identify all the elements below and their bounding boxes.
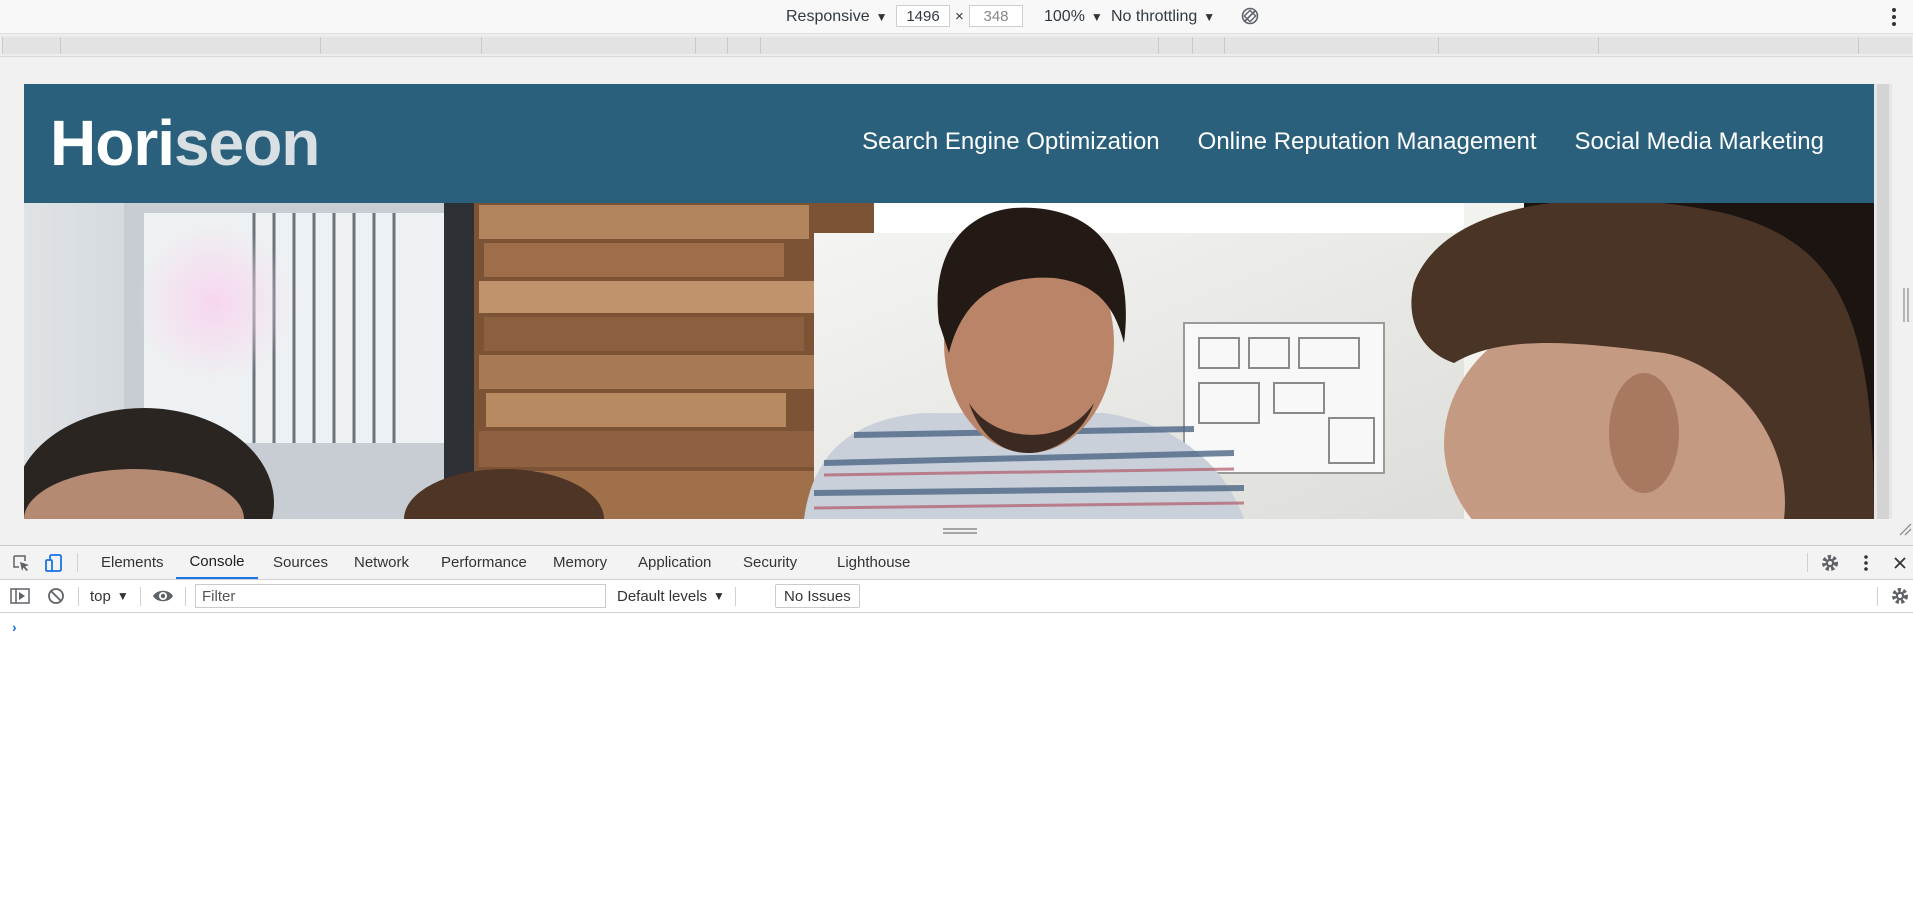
tab-network[interactable]: Network: [354, 546, 409, 579]
tab-sources[interactable]: Sources: [273, 546, 328, 579]
tab-lighthouse[interactable]: Lighthouse: [837, 546, 910, 579]
tab-elements[interactable]: Elements: [101, 546, 164, 579]
caret-down-icon: ▼: [1090, 9, 1103, 24]
more-vertical-icon[interactable]: [1890, 6, 1898, 28]
tab-memory[interactable]: Memory: [553, 546, 607, 579]
caret-down-icon: ▼: [1203, 9, 1216, 24]
console-toolbar: top ▼ Default levels ▼ No Issues: [0, 580, 1913, 613]
caret-down-icon: ▼: [116, 589, 129, 603]
media-query-segment[interactable]: [695, 37, 728, 54]
media-query-segment[interactable]: [481, 37, 696, 54]
dimension-separator: ×: [955, 8, 964, 25]
zoom-dropdown[interactable]: 100% ▼: [1044, 0, 1103, 33]
site-header: Horiseon Search Engine Optimization Onli…: [24, 84, 1874, 203]
rotate-icon[interactable]: [1240, 6, 1260, 26]
viewport-width-input[interactable]: 1496: [896, 5, 950, 27]
viewport-resize-handle-right[interactable]: [1903, 288, 1909, 322]
tab-security[interactable]: Security: [743, 546, 797, 579]
site-nav: Search Engine Optimization Online Reputa…: [862, 128, 1824, 156]
issues-button[interactable]: No Issues: [775, 584, 860, 608]
console-filter-input[interactable]: [195, 584, 606, 608]
media-query-bar[interactable]: [0, 34, 1913, 57]
context-selector[interactable]: top ▼: [90, 580, 129, 612]
settings-gear-icon[interactable]: [1819, 552, 1841, 574]
log-levels-dropdown[interactable]: Default levels ▼: [617, 580, 725, 612]
clear-console-icon[interactable]: [45, 585, 67, 607]
emulated-viewport-area: Horiseon Search Engine Optimization Onli…: [0, 57, 1913, 545]
logo-text-hori: Hori: [50, 107, 175, 179]
media-query-segment[interactable]: [760, 37, 1159, 54]
tab-console[interactable]: Console: [176, 546, 258, 579]
tab-application[interactable]: Application: [638, 546, 711, 579]
media-query-segment[interactable]: [2, 37, 61, 54]
hero-image: [24, 203, 1874, 519]
media-query-segment[interactable]: [1598, 37, 1859, 54]
more-vertical-icon[interactable]: [1855, 552, 1877, 574]
media-query-segment[interactable]: [1438, 37, 1599, 54]
devtools-panel: Elements Console Sources Network Perform…: [0, 545, 1913, 900]
console-prompt[interactable]: ›: [12, 619, 17, 635]
issues-label: No Issues: [784, 587, 851, 605]
show-sidebar-icon[interactable]: [9, 585, 31, 607]
console-settings-gear-icon[interactable]: [1889, 585, 1911, 607]
nav-link-reputation[interactable]: Online Reputation Management: [1198, 128, 1537, 156]
device-toolbar-toggle-icon[interactable]: [43, 552, 65, 574]
throttling-dropdown[interactable]: No throttling ▼: [1111, 0, 1215, 33]
nav-link-social-media[interactable]: Social Media Marketing: [1575, 128, 1824, 156]
log-levels-label: Default levels: [617, 587, 708, 605]
nav-link-seo[interactable]: Search Engine Optimization: [862, 128, 1160, 156]
inspect-element-icon[interactable]: [10, 552, 32, 574]
caret-down-icon: ▼: [713, 589, 725, 603]
device-toolbar: Responsive ▼ 1496 × 348 100% ▼ No thrott…: [0, 0, 1913, 34]
device-mode-label: Responsive: [786, 7, 870, 25]
devtools-tab-bar: Elements Console Sources Network Perform…: [0, 546, 1913, 580]
device-mode-dropdown[interactable]: Responsive ▼: [786, 0, 888, 33]
media-query-segment[interactable]: [320, 37, 482, 54]
logo-text-seon: seon: [174, 107, 320, 179]
media-query-segment[interactable]: [60, 37, 321, 54]
site-logo[interactable]: Horiseon: [50, 106, 320, 180]
media-query-segment[interactable]: [727, 37, 761, 54]
viewport-resize-handle-bottom[interactable]: [943, 526, 977, 536]
throttling-label: No throttling: [1111, 7, 1198, 25]
tab-performance[interactable]: Performance: [441, 546, 527, 579]
context-label: top: [90, 587, 111, 605]
viewport-height-input[interactable]: 348: [969, 5, 1023, 27]
viewport-scrollbar-thumb[interactable]: [1877, 84, 1889, 519]
zoom-label: 100%: [1044, 7, 1085, 25]
caret-down-icon: ▼: [875, 9, 888, 24]
media-query-segment[interactable]: [1858, 37, 1912, 54]
live-expression-eye-icon[interactable]: [152, 585, 174, 607]
emulated-page: Horiseon Search Engine Optimization Onli…: [24, 84, 1874, 519]
viewport-resize-corner[interactable]: [1898, 522, 1912, 536]
media-query-segment[interactable]: [1192, 37, 1225, 54]
media-query-segment[interactable]: [1224, 37, 1439, 54]
media-query-segment[interactable]: [1158, 37, 1193, 54]
team-meeting-photo: [24, 203, 1874, 519]
close-icon[interactable]: [1889, 552, 1911, 574]
